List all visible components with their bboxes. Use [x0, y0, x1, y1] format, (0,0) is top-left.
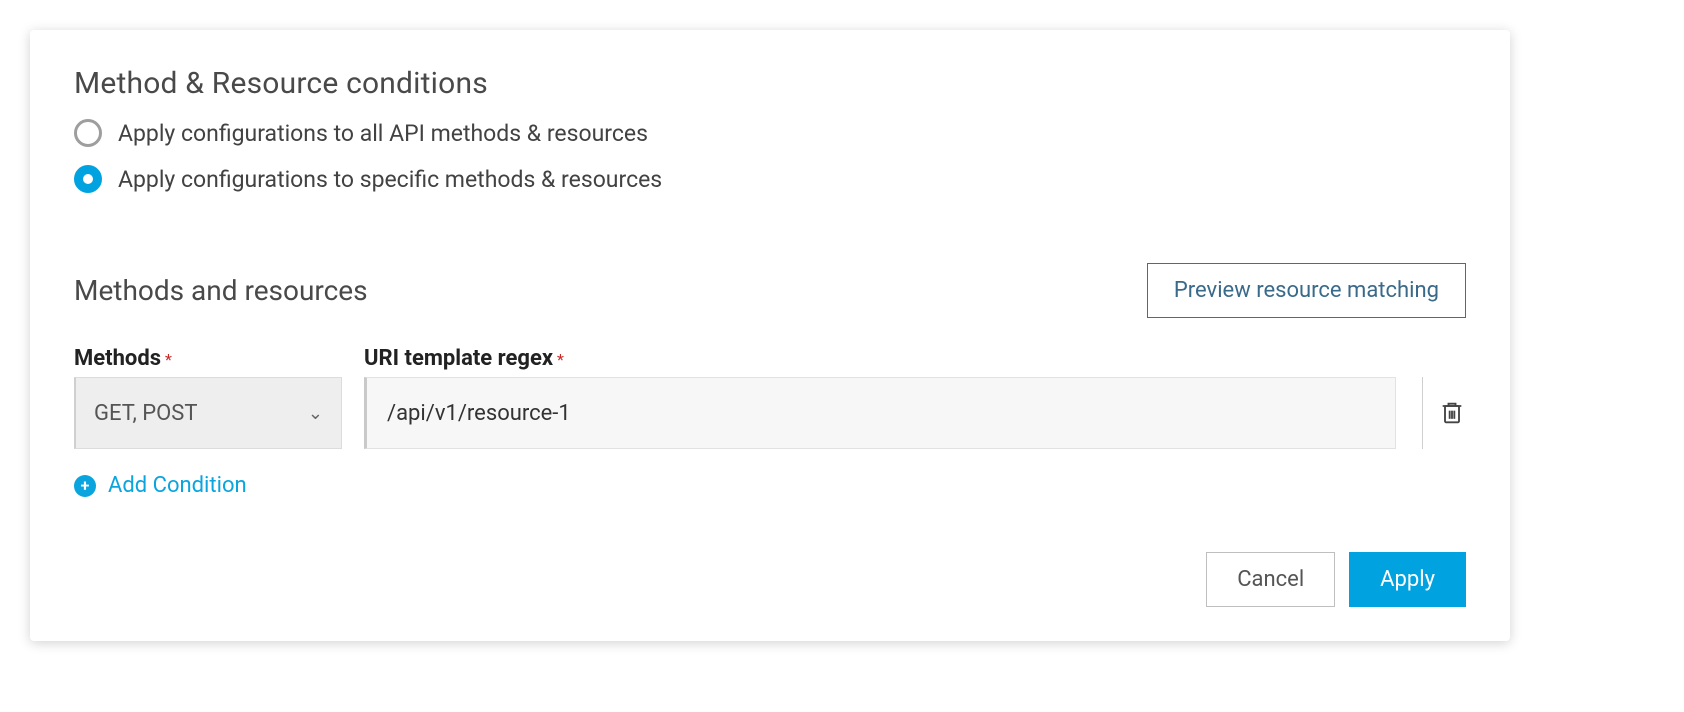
- methods-select[interactable]: GET, POST ⌄: [74, 377, 342, 449]
- section-header: Methods and resources Preview resource m…: [74, 263, 1466, 318]
- apply-button[interactable]: Apply: [1349, 552, 1466, 607]
- radio-apply-specific-label: Apply configurations to specific methods…: [118, 166, 662, 193]
- uri-input-container: [364, 377, 1396, 449]
- panel-title: Method & Resource conditions: [74, 66, 1466, 101]
- add-condition-label: Add Condition: [108, 473, 247, 498]
- required-marker: *: [557, 350, 564, 369]
- radio-apply-specific[interactable]: Apply configurations to specific methods…: [74, 165, 1466, 193]
- columns-header: Methods* URI template regex*: [74, 346, 1466, 371]
- radio-apply-all[interactable]: Apply configurations to all API methods …: [74, 119, 1466, 147]
- condition-row: GET, POST ⌄: [74, 377, 1466, 449]
- required-marker: *: [165, 350, 172, 369]
- chevron-down-icon: ⌄: [308, 403, 323, 424]
- radio-checked-icon: [74, 165, 102, 193]
- add-condition-button[interactable]: + Add Condition: [74, 473, 1466, 498]
- preview-resource-matching-button[interactable]: Preview resource matching: [1147, 263, 1466, 318]
- methods-column-label: Methods: [74, 346, 161, 371]
- trash-icon: [1438, 398, 1466, 428]
- radio-unchecked-icon: [74, 119, 102, 147]
- radio-apply-all-label: Apply configurations to all API methods …: [118, 120, 648, 147]
- scope-radio-group: Apply configurations to all API methods …: [74, 119, 1466, 193]
- methods-select-value: GET, POST: [94, 401, 197, 426]
- uri-column-label: URI template regex: [364, 346, 553, 371]
- uri-template-regex-input[interactable]: [385, 400, 1377, 427]
- cancel-button[interactable]: Cancel: [1206, 552, 1335, 607]
- footer-actions: Cancel Apply: [74, 552, 1466, 607]
- delete-condition-button[interactable]: [1422, 377, 1466, 449]
- section-title: Methods and resources: [74, 274, 368, 307]
- method-resource-conditions-panel: Method & Resource conditions Apply confi…: [30, 30, 1510, 641]
- plus-circle-icon: +: [74, 475, 96, 497]
